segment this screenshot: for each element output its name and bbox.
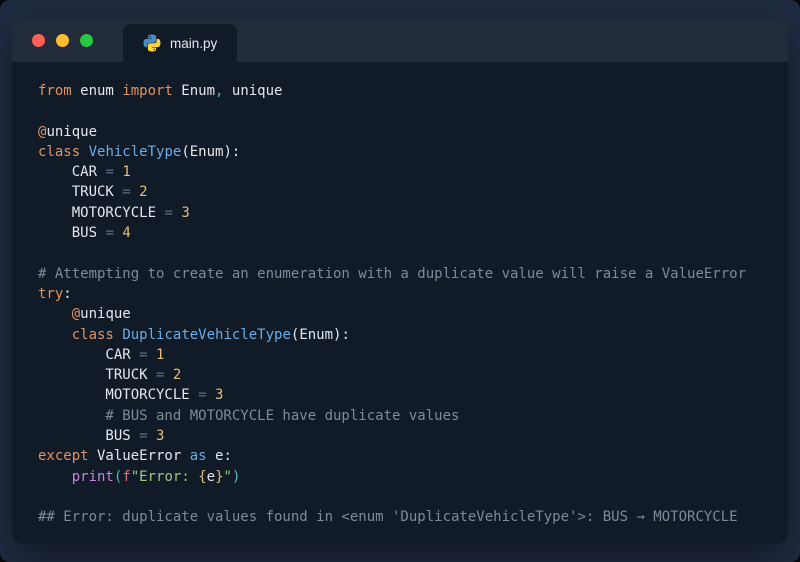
code-line: MOTORCYCLE = 3 — [38, 203, 762, 223]
code-line: class VehicleType(Enum): — [38, 142, 762, 162]
code-area: from enum import Enum, unique@uniqueclas… — [12, 62, 788, 544]
code-line: TRUCK = 2 — [38, 365, 762, 385]
close-button[interactable] — [32, 34, 45, 47]
code-line — [38, 101, 762, 121]
code-line: from enum import Enum, unique — [38, 81, 762, 101]
code-line — [38, 487, 762, 507]
code-line: class DuplicateVehicleType(Enum): — [38, 325, 762, 345]
tab-filename: main.py — [170, 36, 217, 51]
code-line — [38, 243, 762, 263]
code-line: print(f"Error: {e}") — [38, 467, 762, 487]
python-icon — [143, 34, 161, 52]
code-editor-window: main.py from enum import Enum, unique @un… — [12, 18, 788, 544]
page-background: main.py from enum import Enum, unique @un… — [0, 0, 800, 562]
code-line: # BUS and MOTORCYCLE have duplicate valu… — [38, 406, 762, 426]
code-line: # Attempting to create an enumeration wi… — [38, 264, 762, 284]
code-line: BUS = 3 — [38, 426, 762, 446]
code-line: CAR = 1 — [38, 162, 762, 182]
code-line: TRUCK = 2 — [38, 182, 762, 202]
minimize-button[interactable] — [56, 34, 69, 47]
code-line: except ValueError as e: — [38, 446, 762, 466]
code-line: CAR = 1 — [38, 345, 762, 365]
code-line: BUS = 4 — [38, 223, 762, 243]
maximize-button[interactable] — [80, 34, 93, 47]
code-line: @unique — [38, 304, 762, 324]
code-line: MOTORCYCLE = 3 — [38, 385, 762, 405]
traffic-lights — [32, 18, 93, 62]
window-titlebar: main.py — [12, 18, 788, 62]
code-line: @unique — [38, 122, 762, 142]
code-line: ## Error: duplicate values found in <enu… — [38, 507, 762, 527]
tab-main-py[interactable]: main.py — [123, 24, 237, 62]
code-line: try: — [38, 284, 762, 304]
